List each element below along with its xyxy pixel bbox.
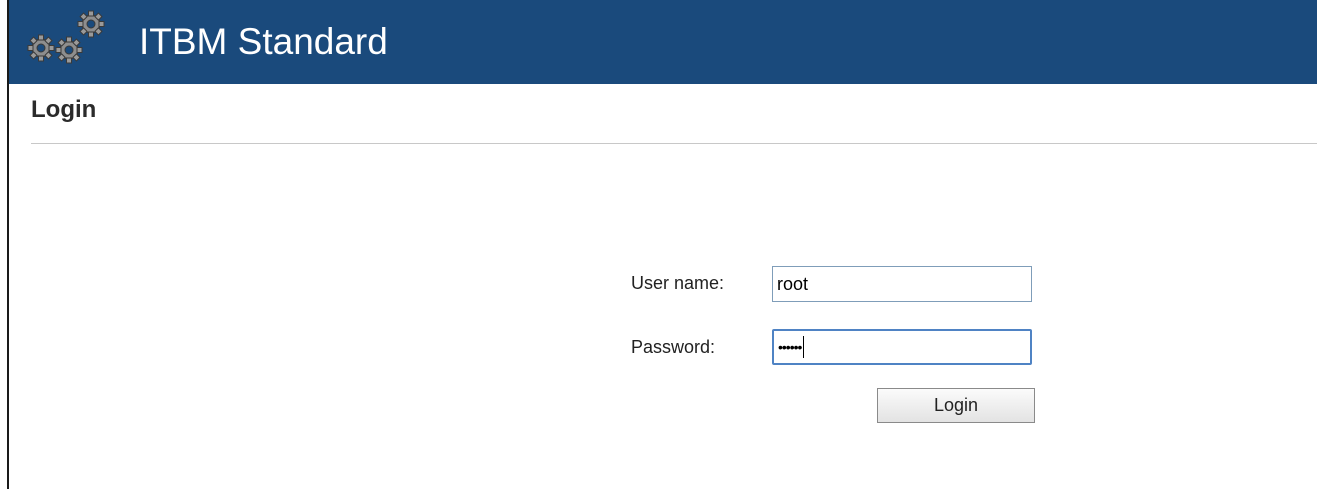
gears-icon: [27, 10, 105, 64]
page-title: Login: [31, 96, 97, 123]
title-divider: [31, 143, 1317, 144]
password-label: Password:: [631, 337, 716, 357]
page: ITBM Standard Login User name: Password:…: [0, 0, 1317, 489]
username-input[interactable]: [772, 266, 1032, 302]
app-title: ITBM Standard: [139, 21, 388, 62]
header-banner: ITBM Standard: [9, 0, 1317, 84]
password-input[interactable]: ••••••: [772, 329, 1032, 365]
login-button[interactable]: Login: [877, 388, 1035, 423]
username-label: User name:: [631, 273, 725, 293]
text-caret: [803, 336, 805, 358]
password-masked-value: ••••••: [778, 339, 802, 355]
